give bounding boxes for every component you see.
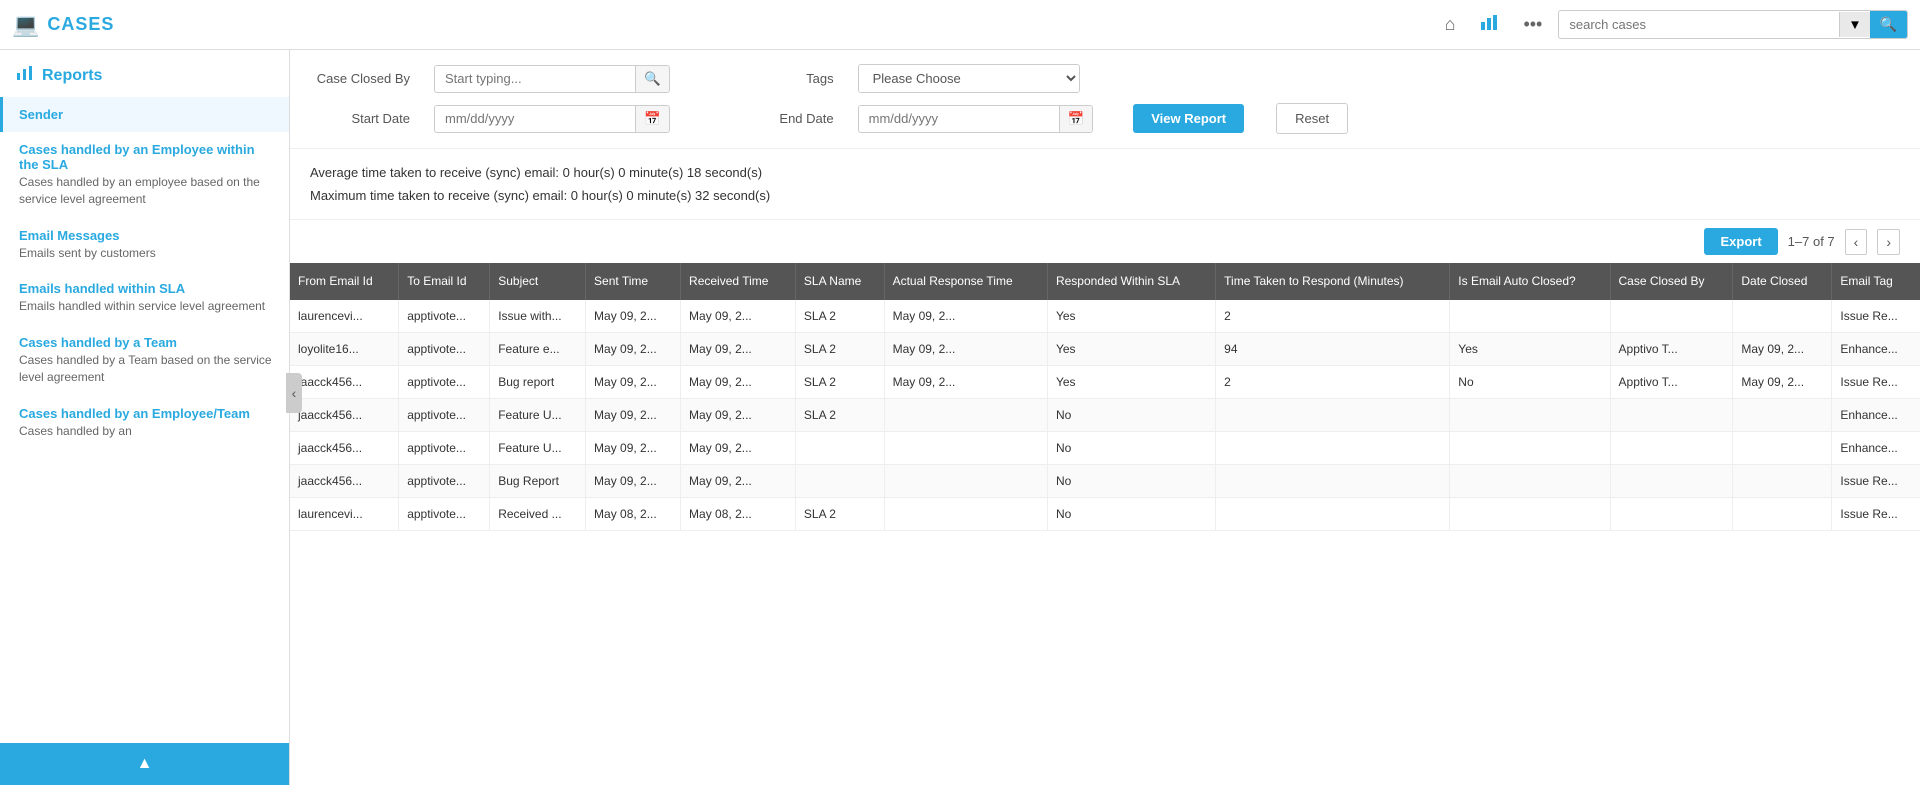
sidebar: Reports Sender Cases handled by an Emplo…: [0, 50, 290, 785]
table-row[interactable]: jaacck456...apptivote...Feature U...May …: [290, 431, 1920, 464]
start-date-input[interactable]: [435, 106, 635, 131]
tags-select[interactable]: Please Choose: [859, 65, 1079, 92]
search-dropdown-button[interactable]: ▼: [1839, 12, 1869, 37]
sidebar-item-cases-employee-team-title: Cases handled by an Employee/Team: [19, 406, 273, 421]
more-icon: •••: [1523, 14, 1542, 34]
calendar-icon: 📅: [1068, 111, 1085, 126]
average-stat: Average time taken to receive (sync) ema…: [310, 165, 1900, 180]
col-case-closed-by: Case Closed By: [1610, 263, 1733, 300]
view-report-button[interactable]: View Report: [1133, 104, 1244, 133]
case-closed-by-input-wrap: 🔍: [434, 65, 670, 93]
logo-icon: 💻: [12, 12, 39, 38]
sidebar-item-emails-within-sla[interactable]: Emails handled within SLA Emails handled…: [0, 271, 289, 325]
table-controls: Export 1–7 of 7 ‹ ›: [290, 220, 1920, 263]
reset-button[interactable]: Reset: [1276, 103, 1348, 134]
start-date-calendar-button[interactable]: 📅: [635, 106, 669, 132]
search-input[interactable]: [1559, 12, 1839, 37]
top-nav: 💻 CASES ⌂ ••• ▼ 🔍: [0, 0, 1920, 50]
filter-row-1: Case Closed By 🔍 Tags Please Choose: [310, 64, 1900, 93]
col-date-closed: Date Closed: [1733, 263, 1832, 300]
stats-section: Average time taken to receive (sync) ema…: [290, 149, 1920, 220]
home-icon: ⌂: [1445, 14, 1456, 34]
sidebar-item-cases-employee-sla[interactable]: Cases handled by an Employee within the …: [0, 132, 289, 218]
sidebar-item-email-messages-desc: Emails sent by customers: [19, 245, 273, 262]
sidebar-title: Reports: [42, 67, 102, 85]
pagination-prev-button[interactable]: ‹: [1845, 229, 1868, 255]
home-button[interactable]: ⌂: [1437, 10, 1464, 39]
sidebar-item-cases-employee-sla-desc: Cases handled by an employee based on th…: [19, 174, 273, 208]
pagination-next-button[interactable]: ›: [1877, 229, 1900, 255]
calendar-icon: 📅: [644, 111, 661, 126]
start-date-input-wrap: 📅: [434, 105, 670, 133]
table-wrap: From Email Id To Email Id Subject Sent T…: [290, 263, 1920, 541]
main-layout: Reports Sender Cases handled by an Emplo…: [0, 50, 1920, 785]
sidebar-item-sender[interactable]: Sender: [0, 97, 289, 132]
tags-select-wrap: Please Choose: [858, 64, 1080, 93]
table-row[interactable]: jaacck456...apptivote...Feature U...May …: [290, 398, 1920, 431]
table-row[interactable]: laurencevi...apptivote...Received ...May…: [290, 497, 1920, 530]
col-actual-response: Actual Response Time: [884, 263, 1047, 300]
tags-label: Tags: [734, 71, 834, 86]
data-table: From Email Id To Email Id Subject Sent T…: [290, 263, 1920, 531]
chart-button[interactable]: [1471, 8, 1507, 41]
sidebar-item-cases-employee-sla-title: Cases handled by an Employee within the …: [19, 142, 273, 172]
col-from-email: From Email Id: [290, 263, 399, 300]
table-body: laurencevi...apptivote...Issue with...Ma…: [290, 300, 1920, 531]
sidebar-chart-icon: [16, 64, 34, 87]
content-area: Case Closed By 🔍 Tags Please Choose Star…: [290, 50, 1920, 785]
table-row[interactable]: jaacck456...apptivote...Bug ReportMay 09…: [290, 464, 1920, 497]
sidebar-item-email-messages[interactable]: Email Messages Emails sent by customers: [0, 218, 289, 272]
col-time-taken: Time Taken to Respond (Minutes): [1216, 263, 1450, 300]
search-icon: 🔍: [1880, 16, 1897, 32]
scroll-up-icon: ▲: [137, 755, 153, 772]
chevron-down-icon: ▼: [1848, 17, 1861, 32]
search-area: ▼ 🔍: [1558, 10, 1908, 39]
sidebar-item-emails-within-sla-desc: Emails handled within service level agre…: [19, 298, 273, 315]
case-closed-by-search-button[interactable]: 🔍: [635, 66, 669, 92]
search-go-button[interactable]: 🔍: [1870, 11, 1907, 38]
more-button[interactable]: •••: [1515, 10, 1550, 39]
sidebar-header: Reports: [0, 50, 289, 97]
table-row[interactable]: laurencevi...apptivote...Issue with...Ma…: [290, 300, 1920, 333]
col-responded-within: Responded Within SLA: [1047, 263, 1215, 300]
col-email-tag: Email Tag: [1832, 263, 1920, 300]
chart-icon: [1479, 16, 1499, 36]
col-sent-time: Sent Time: [586, 263, 681, 300]
case-closed-by-input[interactable]: [435, 66, 635, 91]
sidebar-item-sender-title: Sender: [19, 107, 273, 122]
sidebar-collapse-button[interactable]: ‹: [286, 373, 302, 413]
scroll-up-button[interactable]: ▲: [0, 743, 289, 785]
table-row[interactable]: loyolite16...apptivote...Feature e...May…: [290, 332, 1920, 365]
sidebar-item-cases-employee-team-desc: Cases handled by an: [19, 423, 273, 440]
end-date-label: End Date: [734, 111, 834, 126]
nav-icons: ⌂ ••• ▼ 🔍: [1437, 8, 1908, 41]
col-to-email: To Email Id: [399, 263, 490, 300]
start-date-label: Start Date: [310, 111, 410, 126]
end-date-input-wrap: 📅: [858, 105, 1094, 133]
table-header-row: From Email Id To Email Id Subject Sent T…: [290, 263, 1920, 300]
end-date-calendar-button[interactable]: 📅: [1059, 106, 1093, 132]
export-button[interactable]: Export: [1704, 228, 1777, 255]
pagination-info: 1–7 of 7: [1788, 234, 1835, 249]
sidebar-item-emails-within-sla-title: Emails handled within SLA: [19, 281, 273, 296]
filter-row-2: Start Date 📅 End Date 📅 View Report Rese…: [310, 103, 1900, 134]
end-date-input[interactable]: [859, 106, 1059, 131]
filter-bar: Case Closed By 🔍 Tags Please Choose Star…: [290, 50, 1920, 149]
col-sla-name: SLA Name: [795, 263, 884, 300]
sidebar-item-cases-by-team-desc: Cases handled by a Team based on the ser…: [19, 352, 273, 386]
col-subject: Subject: [490, 263, 586, 300]
sidebar-item-cases-by-team[interactable]: Cases handled by a Team Cases handled by…: [0, 325, 289, 396]
sidebar-item-email-messages-title: Email Messages: [19, 228, 273, 243]
search-icon: 🔍: [644, 71, 661, 86]
sidebar-item-cases-by-team-title: Cases handled by a Team: [19, 335, 273, 350]
table-row[interactable]: jaacck456...apptivote...Bug reportMay 09…: [290, 365, 1920, 398]
maximum-stat: Maximum time taken to receive (sync) ema…: [310, 188, 1900, 203]
col-received-time: Received Time: [681, 263, 796, 300]
app-title: CASES: [47, 14, 114, 35]
logo-area: 💻 CASES: [12, 12, 114, 38]
col-auto-closed: Is Email Auto Closed?: [1450, 263, 1610, 300]
case-closed-by-label: Case Closed By: [310, 71, 410, 86]
sidebar-item-cases-employee-team[interactable]: Cases handled by an Employee/Team Cases …: [0, 396, 289, 450]
